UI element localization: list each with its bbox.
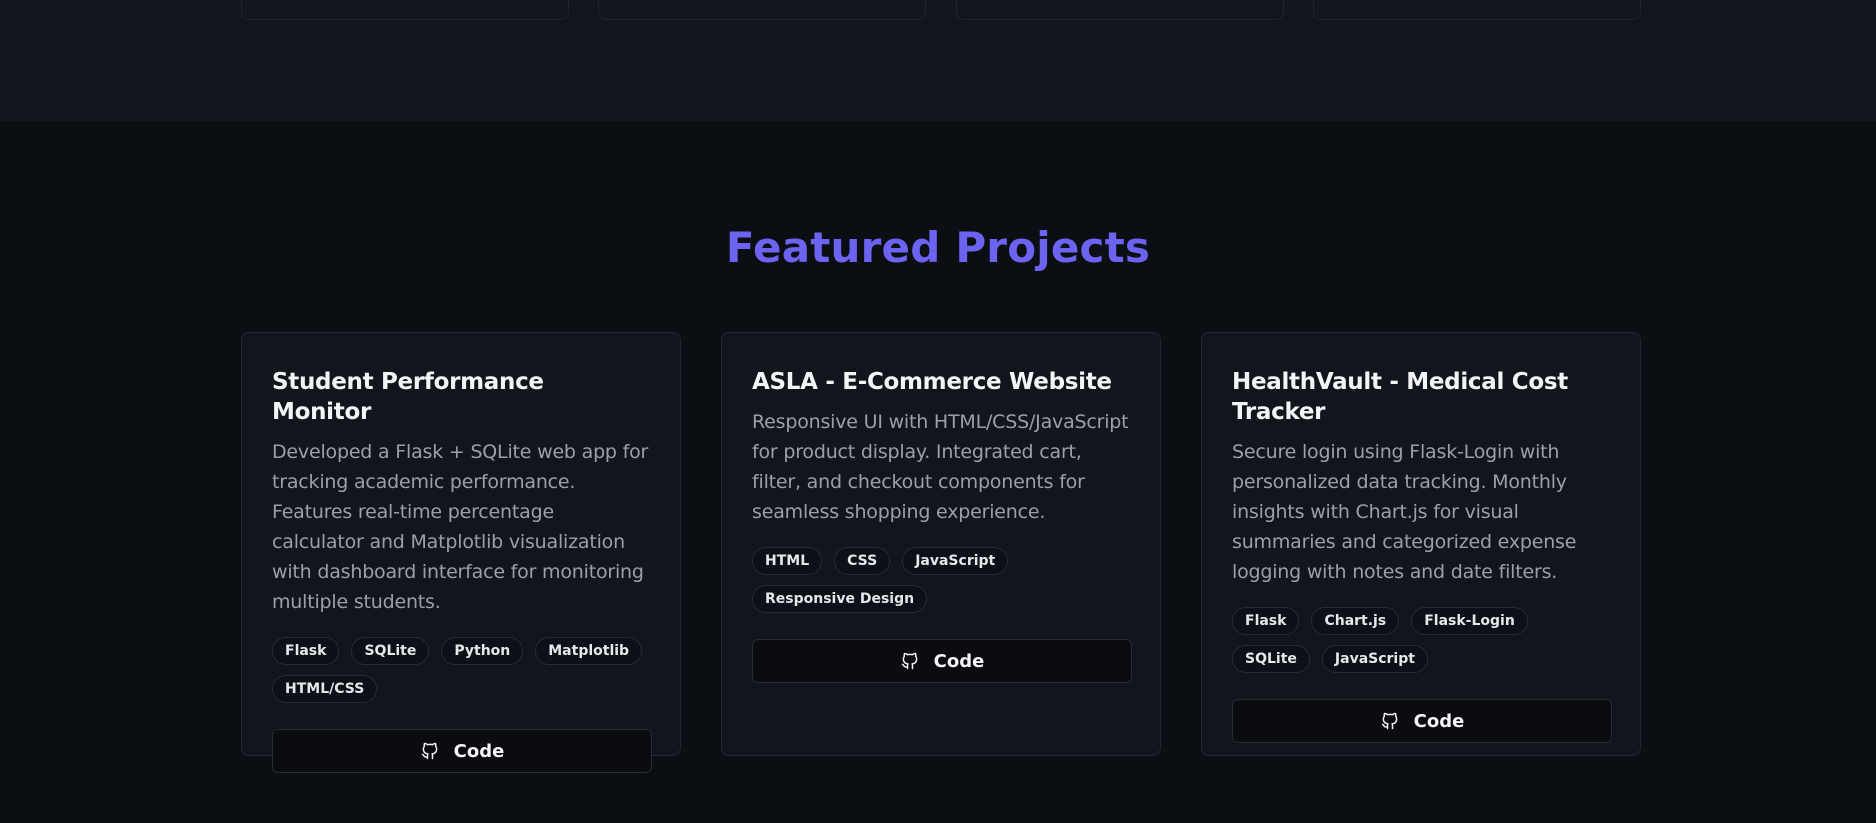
tech-tag: Chart.js (1311, 607, 1400, 635)
project-card: ASLA - E-Commerce Website Responsive UI … (721, 332, 1161, 756)
project-title: ASLA - E-Commerce Website (752, 369, 1112, 395)
featured-projects-section: Featured Projects Student Performance Mo… (0, 121, 1876, 823)
tech-tag: SQLite (1232, 645, 1310, 673)
tech-tag: Matplotlib (535, 637, 643, 665)
tech-tag: Python (441, 637, 524, 665)
tech-tag: JavaScript (902, 547, 1009, 575)
previous-card-stub (1313, 0, 1641, 20)
tech-tag: CSS (834, 547, 891, 575)
project-card: Student Performance Monitor Developed a … (241, 332, 681, 773)
previous-section (0, 0, 1876, 121)
github-icon (1381, 712, 1398, 730)
tag-list: Flask SQLite Python Matplotlib HTML/CSS (272, 637, 650, 703)
project-title: Student Performance Monitor (272, 369, 544, 425)
github-icon (421, 742, 438, 760)
section-title: Featured Projects (725, 223, 1151, 272)
code-button[interactable]: Code (752, 639, 1132, 683)
project-title: HealthVault - Medical Cost Tracker (1232, 369, 1568, 425)
code-button-label: Code (933, 650, 985, 672)
tech-tag: SQLite (351, 637, 430, 665)
tech-tag: Responsive Design (752, 585, 928, 613)
code-button-label: Code (1413, 710, 1465, 732)
github-icon (901, 652, 918, 670)
tech-tag: HTML/CSS (272, 675, 378, 703)
tech-tag: Flask-Login (1411, 607, 1528, 635)
project-description: Secure login using Flask-Login with pers… (1232, 441, 1577, 583)
code-button-label: Code (453, 740, 505, 762)
tag-list: Flask Chart.js Flask-Login SQLite JavaSc… (1232, 607, 1610, 673)
previous-card-stub (241, 0, 569, 20)
project-card: HealthVault - Medical Cost Tracker Secur… (1201, 332, 1641, 756)
project-description: Developed a Flask + SQLite web app for t… (272, 441, 649, 613)
code-button[interactable]: Code (272, 729, 652, 773)
tech-tag: JavaScript (1321, 645, 1428, 673)
previous-card-stub (598, 0, 926, 20)
project-description: Responsive UI with HTML/CSS/JavaScript f… (752, 411, 1129, 523)
tech-tag: Flask (1232, 607, 1300, 635)
tech-tag: Flask (272, 637, 340, 665)
tag-list: HTML CSS JavaScript Responsive Design (752, 547, 1130, 613)
previous-card-stub (956, 0, 1284, 20)
tech-tag: HTML (752, 547, 823, 575)
code-button[interactable]: Code (1232, 699, 1612, 743)
